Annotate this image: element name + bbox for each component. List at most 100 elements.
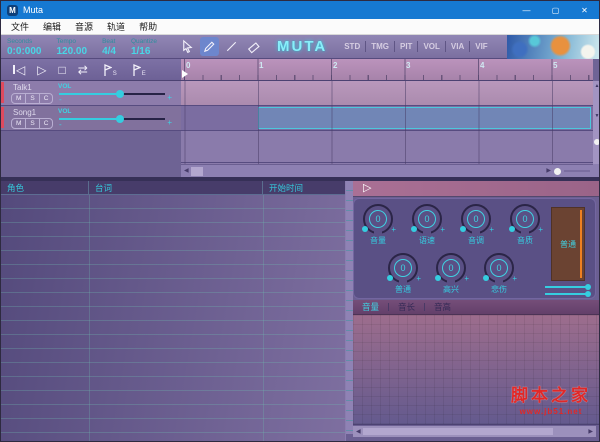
plus-icon[interactable]: + xyxy=(538,225,543,234)
msc-buttons: M S C xyxy=(11,118,54,129)
mode-vif-button[interactable]: VIF xyxy=(470,42,492,51)
mode-pit-button[interactable]: PIT xyxy=(395,42,417,51)
mode-vol-button[interactable]: VOL xyxy=(418,42,444,51)
scrollbar-thumb[interactable] xyxy=(190,166,203,176)
menu-help[interactable]: 帮助 xyxy=(132,20,164,33)
line-tool-button[interactable] xyxy=(222,37,241,56)
mode-tmg-button[interactable]: TMG xyxy=(366,42,394,51)
plus-icon[interactable]: + xyxy=(512,274,517,283)
maximize-button[interactable]: ▢ xyxy=(541,1,570,19)
tab-pitch[interactable]: 音高 xyxy=(434,301,451,313)
mode-via-button[interactable]: VIA xyxy=(446,42,469,51)
knob-volume[interactable]: 0 + 音量 xyxy=(356,204,400,246)
minimize-button[interactable]: — xyxy=(512,1,541,19)
scroll-left-icon[interactable]: ◀ xyxy=(184,168,189,174)
song1-clip[interactable] xyxy=(258,107,591,129)
scroll-right-icon[interactable]: ▶ xyxy=(546,168,551,174)
knob-sad[interactable]: 0 + 悲伤 xyxy=(477,253,521,295)
scroll-right-icon[interactable]: ▶ xyxy=(588,429,593,435)
volume-slider[interactable] xyxy=(59,115,165,123)
track-header-talk1[interactable]: Talk1 M S C VOL - + xyxy=(1,81,181,106)
skip-to-start-button[interactable]: ◁ xyxy=(13,64,25,76)
track-header-song1[interactable]: Song1 M S C VOL - + xyxy=(1,106,181,131)
knob-speed[interactable]: 0 + 语速 xyxy=(405,204,449,246)
parameter-grid[interactable]: 脚本之家 www.jb51.net xyxy=(353,315,599,425)
v-scroll-knob[interactable] xyxy=(594,139,599,145)
song1-lane[interactable] xyxy=(181,106,593,131)
marker-end-button[interactable]: E xyxy=(131,63,146,77)
config-button[interactable]: C xyxy=(40,94,53,103)
talk1-lane[interactable] xyxy=(181,81,593,106)
preview-play-button[interactable]: ▷ xyxy=(363,183,371,194)
minus-icon[interactable]: - xyxy=(59,96,62,104)
knob-indicator-dot xyxy=(387,275,393,281)
plus-icon[interactable]: + xyxy=(489,225,494,234)
pencil-tool-button[interactable] xyxy=(200,37,219,56)
timeline-ruler[interactable]: 0 1 2 3 4 5 xyxy=(181,59,593,81)
solo-button[interactable]: S xyxy=(26,94,40,103)
config-button[interactable]: C xyxy=(40,119,53,128)
knob-dial[interactable]: 0 + xyxy=(483,253,517,284)
stop-button[interactable]: □ xyxy=(58,64,65,76)
seconds-value[interactable]: 0:0:000 xyxy=(7,46,41,57)
mute-button[interactable]: M xyxy=(12,119,27,128)
scroll-down-icon[interactable]: ▼ xyxy=(593,113,599,119)
minus-icon[interactable]: - xyxy=(59,121,62,129)
fader-label: 普通 xyxy=(560,239,576,249)
empty-lane[interactable] xyxy=(181,131,593,163)
knob-tone[interactable]: 0 + 音调 xyxy=(454,204,498,246)
slider-thumb[interactable] xyxy=(585,291,591,297)
tab-duration[interactable]: 音长 xyxy=(398,301,415,313)
plus-icon[interactable]: + xyxy=(167,119,172,127)
tempo-field: Tempo 120.00 xyxy=(56,37,88,57)
knob-dial[interactable]: 0 + xyxy=(411,204,445,235)
voice-fader[interactable]: 普通 xyxy=(551,207,585,281)
knob-dial[interactable]: 0 + xyxy=(460,204,494,235)
plus-icon[interactable]: + xyxy=(464,274,469,283)
tempo-value[interactable]: 120.00 xyxy=(56,46,87,57)
volume-slider[interactable] xyxy=(59,90,165,98)
scroll-left-icon[interactable]: ◀ xyxy=(356,429,361,435)
quantize-value[interactable]: 1/16 xyxy=(131,46,157,57)
parameter-h-scrollbar[interactable]: ◀ ▶ xyxy=(353,426,596,437)
fader-slider-1[interactable] xyxy=(545,284,591,290)
dialogue-table-body[interactable] xyxy=(1,195,345,441)
knob-quality[interactable]: 0 + 音质 xyxy=(503,204,547,246)
beat-value[interactable]: 4/4 xyxy=(102,46,116,57)
plus-icon[interactable]: + xyxy=(391,225,396,234)
mute-button[interactable]: M xyxy=(12,94,27,103)
knob-dial[interactable]: 0 + xyxy=(362,204,396,235)
menu-voicebank[interactable]: 音源 xyxy=(68,20,100,33)
playhead-marker[interactable] xyxy=(182,70,188,78)
knob-happy[interactable]: 0 + 高兴 xyxy=(429,253,473,295)
menu-file[interactable]: 文件 xyxy=(4,20,36,33)
knob-dial[interactable]: 0 + xyxy=(435,253,469,284)
loop-button[interactable]: ⇄ xyxy=(78,64,88,76)
slider-thumb[interactable] xyxy=(585,284,591,290)
track-v-scrollbar[interactable]: ▲ ▼ xyxy=(593,81,599,164)
zoom-knob[interactable] xyxy=(554,167,561,175)
slider-thumb[interactable] xyxy=(116,115,125,123)
scroll-up-icon[interactable]: ▲ xyxy=(593,83,599,89)
fader-slider-2[interactable] xyxy=(545,291,591,297)
marker-start-button[interactable]: S xyxy=(102,63,117,77)
slider-thumb[interactable] xyxy=(116,90,125,98)
menu-edit[interactable]: 编辑 xyxy=(36,20,68,33)
close-button[interactable]: ✕ xyxy=(570,1,599,19)
plus-icon[interactable]: + xyxy=(416,274,421,283)
plus-icon[interactable]: + xyxy=(167,94,172,102)
track-lane-area[interactable]: ◀ ▶ xyxy=(181,81,593,177)
knob-dial[interactable]: 0 + xyxy=(509,204,543,235)
knob-dial[interactable]: 0 + xyxy=(387,253,421,284)
eraser-tool-button[interactable] xyxy=(244,37,263,56)
cursor-tool-button[interactable] xyxy=(178,37,197,56)
solo-button[interactable]: S xyxy=(26,119,40,128)
mode-std-button[interactable]: STD xyxy=(339,42,365,51)
menu-track[interactable]: 轨道 xyxy=(100,20,132,33)
knob-normal[interactable]: 0 + 普通 xyxy=(381,253,425,295)
play-button[interactable]: ▷ xyxy=(37,64,46,76)
timeline-h-scrollbar[interactable]: ◀ ▶ xyxy=(181,164,593,177)
scrollbar-thumb[interactable] xyxy=(362,428,553,435)
tab-volume[interactable]: 音量 xyxy=(362,301,379,313)
plus-icon[interactable]: + xyxy=(440,225,445,234)
